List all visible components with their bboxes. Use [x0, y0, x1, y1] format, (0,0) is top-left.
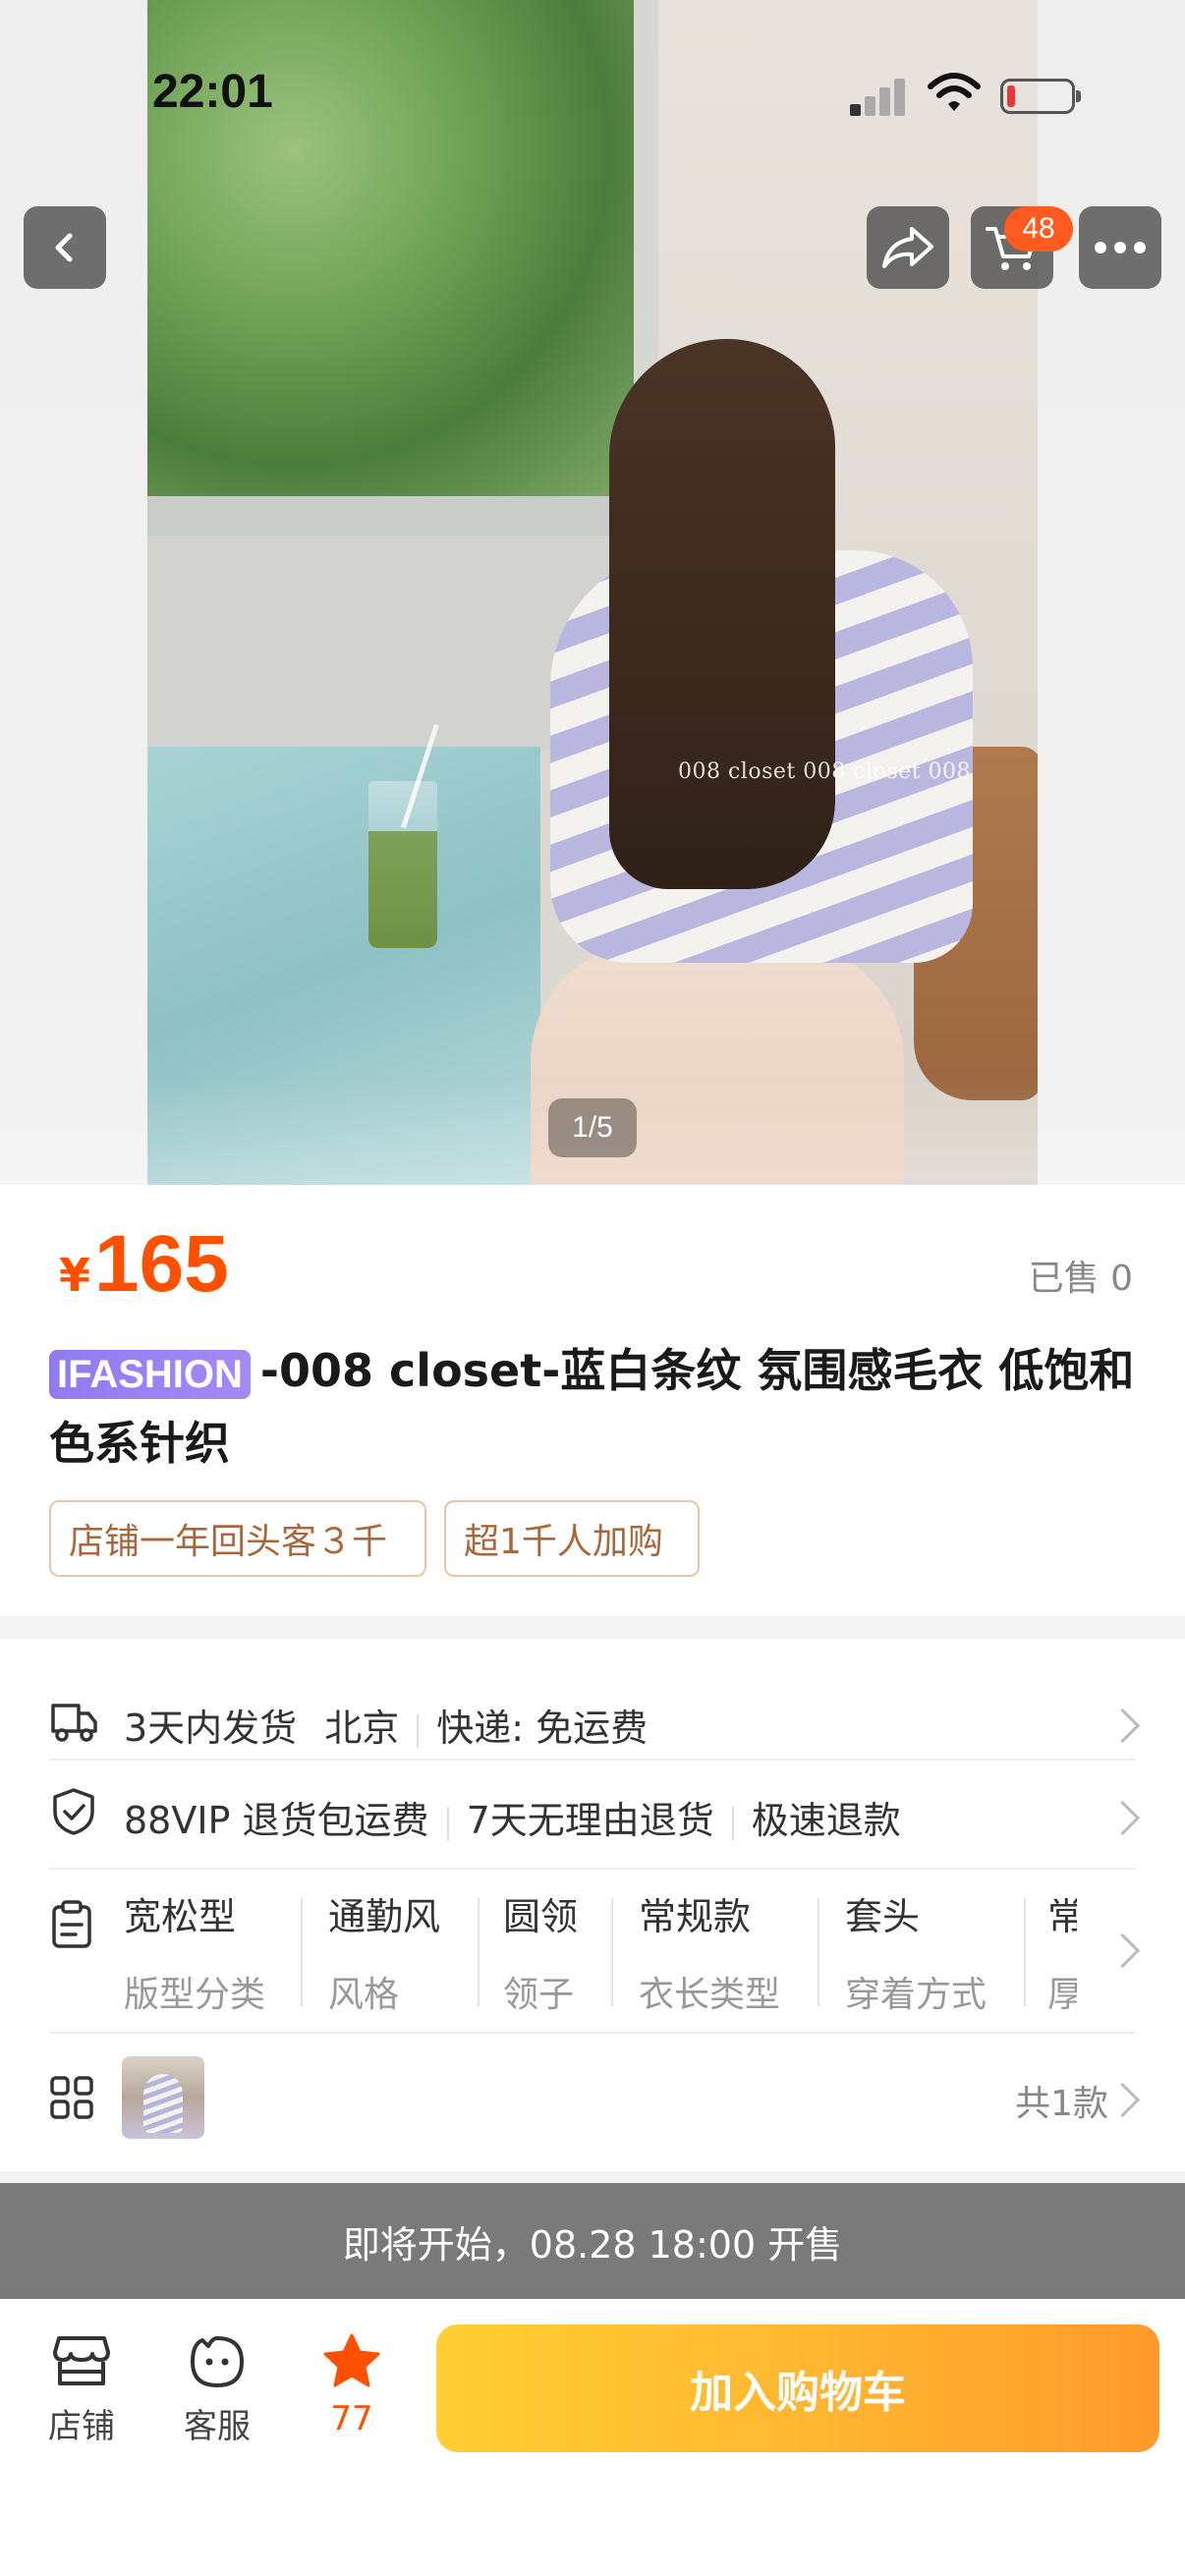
- store-button[interactable]: 店铺: [28, 2332, 136, 2447]
- chevron-right-icon: [1104, 2082, 1141, 2118]
- variant-count: 共1款: [1015, 2084, 1108, 2124]
- customer-service-button[interactable]: 客服: [163, 2332, 271, 2447]
- delivery-truck-icon: [51, 1704, 97, 1742]
- guarantee-88vip: 88VIP 退货包运费: [124, 1799, 429, 1842]
- cart-count-badge: 48: [1004, 206, 1073, 252]
- more-button[interactable]: [1079, 206, 1161, 289]
- currency-symbol: ¥: [59, 1249, 91, 1302]
- guarantee-7day-return: 7天无理由退货: [466, 1799, 714, 1842]
- wifi-icon: [928, 73, 981, 111]
- grid-icon: [50, 2076, 93, 2119]
- cellular-signal-icon: [850, 73, 907, 116]
- more-dots-icon: [1095, 242, 1146, 253]
- repeat-customer-tag[interactable]: 店铺一年回头客３千: [49, 1500, 426, 1577]
- guarantee-fast-refund: 极速退款: [751, 1799, 901, 1842]
- favorite-button[interactable]: 77: [298, 2332, 406, 2438]
- variant-thumbnail[interactable]: [122, 2056, 204, 2139]
- add-to-cart-button[interactable]: 加入购物车: [436, 2324, 1159, 2452]
- shield-check-icon: [53, 1788, 94, 1835]
- chevron-left-icon: [55, 233, 73, 262]
- share-icon: [882, 227, 933, 268]
- image-page-indicator: 1/5: [548, 1098, 637, 1157]
- store-label: 店铺: [48, 2407, 115, 2446]
- attribute-item: 通勤风 风格: [328, 1895, 441, 2014]
- product-image-carousel[interactable]: 008 closet 008 closet 008 1/5: [0, 0, 1185, 1185]
- guarantee-row[interactable]: 88VIP 退货包运费 7天无理由退货 极速退款: [49, 1761, 1141, 1869]
- product-title: IFASHION -008 closet-蓝白条纹 氛围感毛衣 低饱和色系针织: [49, 1334, 1140, 1480]
- favorite-count: 77: [330, 2399, 373, 2438]
- shipping-express: 快递: 免运费: [436, 1707, 649, 1750]
- sold-count: 已售 0: [1028, 1259, 1133, 1299]
- shipping-origin: 北京: [324, 1707, 400, 1750]
- attribute-item: 圆领 领子: [503, 1895, 579, 2014]
- customer-service-icon: [191, 2336, 244, 2387]
- attribute-list: 宽松型 版型分类 通勤风 风格 圆领 领子 常规款 衣长类型 套头 穿着方式 常厚: [124, 1886, 1077, 2014]
- price-value: 165: [94, 1219, 229, 1309]
- product-photo: [147, 0, 1038, 1185]
- attribute-item: 套头 穿着方式: [845, 1895, 988, 2014]
- price: ¥ 165: [59, 1218, 229, 1316]
- image-watermark: 008 closet 008 closet 008: [678, 759, 971, 784]
- store-icon: [53, 2336, 110, 2385]
- share-button[interactable]: [867, 206, 949, 289]
- back-button[interactable]: [24, 206, 106, 289]
- presale-banner: 即将开始，08.28 18:00 开售: [0, 2183, 1185, 2299]
- star-icon: [323, 2333, 380, 2387]
- add-to-cart-count-tag[interactable]: 超1千人加购: [444, 1500, 700, 1577]
- status-time: 22:01: [152, 66, 273, 118]
- clipboard-icon: [52, 1900, 91, 1948]
- attribute-item: 常厚: [1047, 1895, 1077, 2014]
- chevron-right-icon: [1104, 1708, 1141, 1744]
- shipping-time: 3天内发货: [124, 1707, 298, 1750]
- chevron-right-icon: [1104, 1932, 1141, 1969]
- battery-icon: [1000, 79, 1081, 114]
- chevron-right-icon: [1104, 1800, 1141, 1836]
- attribute-item: 常规款 衣长类型: [639, 1895, 781, 2014]
- brand-tag: IFASHION: [49, 1349, 251, 1399]
- bottom-action-bar: 店铺 客服 77 加入购物车: [0, 2299, 1185, 2576]
- customer-service-label: 客服: [184, 2407, 251, 2446]
- variants-row[interactable]: [49, 2034, 1141, 2161]
- attribute-item: 宽松型 版型分类: [124, 1895, 266, 2014]
